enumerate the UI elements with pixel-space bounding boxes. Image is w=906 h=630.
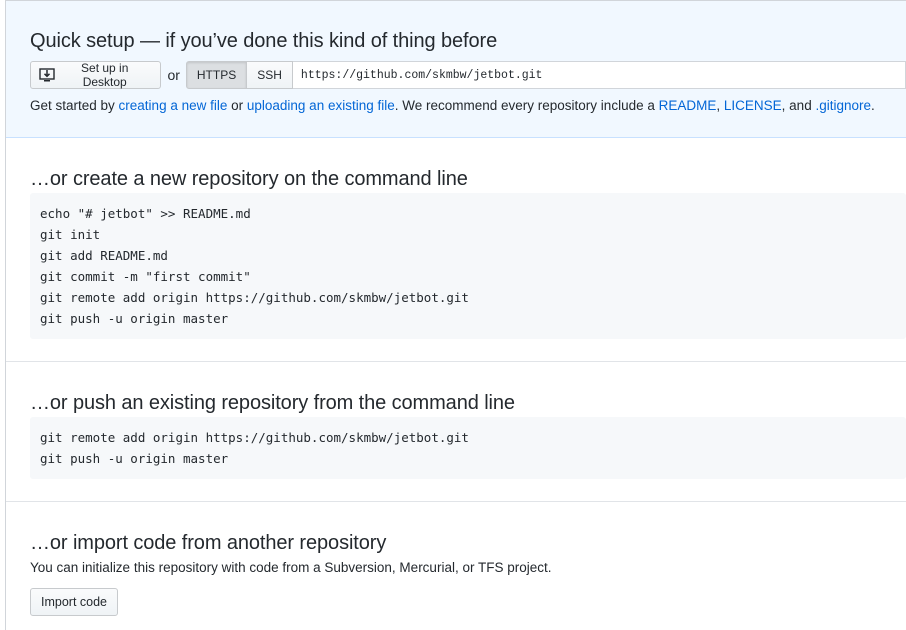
import-code-description: You can initialize this repository with … bbox=[30, 560, 552, 575]
uploading-existing-file-link[interactable]: uploading an existing file bbox=[247, 98, 395, 113]
setup-in-desktop-label: Set up in Desktop bbox=[81, 61, 129, 89]
push-existing-title: …or push an existing repository from the… bbox=[30, 392, 515, 414]
quick-setup-box: Quick setup — if you’ve done this kind o… bbox=[6, 1, 906, 138]
instructions-recommend-text: . We recommend every repository include … bbox=[394, 98, 659, 113]
repo-setup-panel: Quick setup — if you’ve done this kind o… bbox=[5, 0, 906, 630]
readme-link[interactable]: README bbox=[659, 98, 717, 113]
https-toggle-button[interactable]: HTTPS bbox=[185, 61, 248, 89]
instructions-and-text: , and bbox=[781, 98, 816, 113]
quick-setup-title: Quick setup — if you’ve done this kind o… bbox=[30, 30, 498, 52]
setup-in-desktop-button[interactable]: Set up in Desktop bbox=[30, 61, 162, 89]
clone-url-input[interactable] bbox=[292, 61, 906, 89]
license-link[interactable]: LICENSE bbox=[724, 98, 782, 113]
desktop-download-icon bbox=[39, 67, 55, 83]
push-existing-section: …or push an existing repository from the… bbox=[6, 362, 906, 502]
ssh-toggle-button[interactable]: SSH bbox=[247, 61, 293, 89]
instructions-or-text: or bbox=[227, 98, 247, 113]
new-repo-section: …or create a new repository on the comma… bbox=[6, 138, 906, 362]
gitignore-link[interactable]: .gitignore bbox=[815, 98, 871, 113]
creating-new-file-link[interactable]: creating a new file bbox=[119, 98, 228, 113]
import-code-section: …or import code from another repository … bbox=[6, 502, 906, 630]
clone-url-row: Set up in Desktop or HTTPS SSH bbox=[30, 61, 906, 89]
or-label: or bbox=[167, 67, 180, 83]
instructions-text-start: Get started by bbox=[30, 98, 119, 113]
instructions-comma: , bbox=[716, 98, 724, 113]
push-existing-code-block[interactable]: git remote add origin https://github.com… bbox=[30, 417, 906, 479]
quick-setup-instructions: Get started by creating a new file or up… bbox=[30, 98, 875, 113]
new-repo-title: …or create a new repository on the comma… bbox=[30, 168, 468, 190]
import-code-button[interactable]: Import code bbox=[30, 588, 119, 616]
instructions-period: . bbox=[871, 98, 875, 113]
import-code-title: …or import code from another repository bbox=[30, 532, 387, 554]
new-repo-code-block[interactable]: echo "# jetbot" >> README.md git init gi… bbox=[30, 193, 906, 339]
